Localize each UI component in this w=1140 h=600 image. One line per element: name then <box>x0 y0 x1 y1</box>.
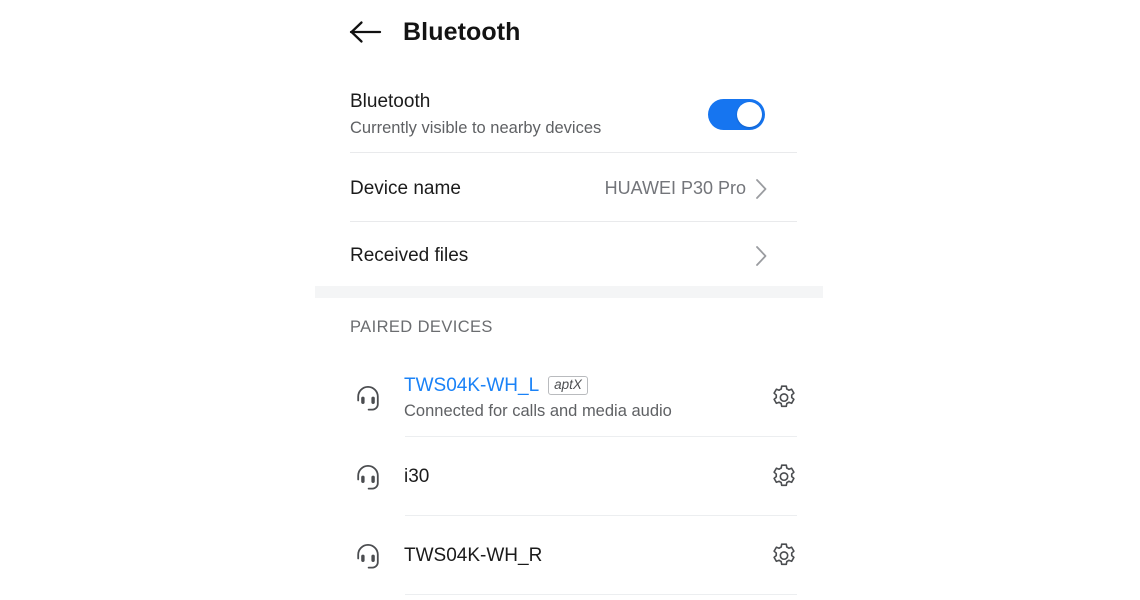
received-files-label: Received files <box>350 244 469 266</box>
list-item[interactable]: i30 <box>315 437 825 516</box>
headphones-icon <box>350 459 386 495</box>
gear-icon[interactable] <box>765 537 803 575</box>
device-name-value: HUAWEI P30 Pro <box>604 178 746 198</box>
chevron-right-icon <box>755 178 768 200</box>
bluetooth-visibility-status: Currently visible to nearby devices <box>350 119 602 137</box>
bluetooth-settings-screen: Bluetooth Bluetooth Currently visible to… <box>315 0 825 600</box>
device-name: TWS04K-WH_R <box>404 545 543 566</box>
list-item[interactable]: TWS04K-WH_L aptX Connected for calls and… <box>315 358 825 437</box>
device-name-row[interactable]: Device name HUAWEI P30 Pro <box>315 155 825 222</box>
device-name: TWS04K-WH_L <box>404 375 540 396</box>
gear-icon[interactable] <box>765 458 803 496</box>
section-separator-band <box>315 286 823 298</box>
switch-knob <box>737 102 762 127</box>
device-name: i30 <box>404 466 430 487</box>
list-divider <box>405 594 797 595</box>
device-info: i30 <box>404 464 765 489</box>
bluetooth-toggle-label: Bluetooth <box>350 91 431 112</box>
headphones-icon <box>350 380 386 416</box>
bluetooth-toggle-texts: Bluetooth Currently visible to nearby de… <box>350 90 708 139</box>
paired-devices-list: TWS04K-WH_L aptX Connected for calls and… <box>315 358 825 595</box>
app-header: Bluetooth <box>315 0 825 64</box>
headphones-icon <box>350 538 386 574</box>
codec-badge: aptX <box>548 376 588 395</box>
received-files-row[interactable]: Received files <box>315 222 825 289</box>
row-divider <box>350 152 797 153</box>
paired-devices-caption: PAIRED DEVICES <box>350 318 493 336</box>
device-name-label: Device name <box>350 177 461 199</box>
bluetooth-switch[interactable] <box>708 99 765 130</box>
device-name-line: TWS04K-WH_L aptX <box>404 373 765 398</box>
gear-icon[interactable] <box>765 379 803 417</box>
device-name-line: i30 <box>404 464 765 489</box>
device-info: TWS04K-WH_L aptX Connected for calls and… <box>404 373 765 422</box>
device-info: TWS04K-WH_R <box>404 543 765 568</box>
list-item[interactable]: TWS04K-WH_R <box>315 516 825 595</box>
page-title: Bluetooth <box>403 17 521 46</box>
bluetooth-toggle-row[interactable]: Bluetooth Currently visible to nearby de… <box>315 76 825 153</box>
back-arrow-icon[interactable] <box>345 11 387 53</box>
chevron-right-icon <box>755 245 768 267</box>
device-name-line: TWS04K-WH_R <box>404 543 765 568</box>
device-status: Connected for calls and media audio <box>404 402 672 420</box>
